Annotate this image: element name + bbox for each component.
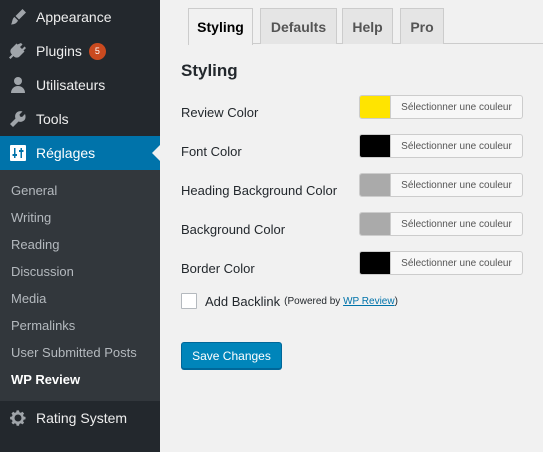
submenu-item-general[interactable]: General: [0, 177, 160, 204]
menu-item-label: Utilisateurs: [36, 77, 106, 93]
menu-item-tools[interactable]: Tools: [0, 102, 160, 136]
user-icon: [0, 75, 36, 95]
submenu-item-discussion[interactable]: Discussion: [0, 258, 160, 285]
menu-item-label: Rating System: [36, 410, 128, 426]
color-swatch: [360, 135, 391, 157]
add-backlink-label: Add Backlink: [205, 293, 281, 309]
menu-item-label: Tools: [36, 111, 69, 127]
update-count-badge: 5: [88, 42, 106, 60]
add-backlink-checkbox[interactable]: [181, 293, 197, 309]
tab-help[interactable]: Help: [342, 8, 393, 44]
submenu-item-writing[interactable]: Writing: [0, 204, 160, 231]
settings-tabs: Styling Defaults Help Pro: [188, 8, 543, 45]
color-swatch: [360, 252, 391, 274]
background-color-label: Background Color: [181, 222, 286, 237]
submenu-item-permalinks[interactable]: Permalinks: [0, 312, 160, 339]
color-swatch: [360, 213, 391, 235]
tab-styling[interactable]: Styling: [188, 8, 253, 45]
color-picker-label: Sélectionner une couleur: [401, 101, 512, 113]
menu-item-appearance[interactable]: Appearance: [0, 0, 160, 34]
background-color-picker[interactable]: Sélectionner une couleur: [359, 212, 523, 236]
tab-defaults[interactable]: Defaults: [260, 8, 337, 44]
menu-item-settings[interactable]: Réglages: [0, 136, 160, 170]
powered-by-text: (Powered by WP Review): [284, 296, 398, 307]
font-color-picker[interactable]: Sélectionner une couleur: [359, 134, 523, 158]
heading-background-color-label: Heading Background Color: [181, 183, 338, 198]
backlink-option: Add Backlink (Powered by WP Review): [181, 293, 398, 309]
border-color-label: Border Color: [181, 261, 255, 276]
powered-by-suffix: ): [394, 295, 398, 307]
tab-pro[interactable]: Pro: [400, 8, 444, 44]
border-color-picker[interactable]: Sélectionner une couleur: [359, 251, 523, 275]
menu-item-rating-system[interactable]: Rating System: [0, 401, 160, 435]
color-picker-label: Sélectionner une couleur: [401, 179, 512, 191]
color-picker-label: Sélectionner une couleur: [401, 218, 512, 230]
menu-item-plugins[interactable]: Plugins 5: [0, 34, 160, 68]
wp-review-link[interactable]: WP Review: [343, 296, 395, 307]
color-picker-label: Sélectionner une couleur: [401, 140, 512, 152]
settings-submenu: General Writing Reading Discussion Media…: [0, 170, 160, 401]
review-color-picker[interactable]: Sélectionner une couleur: [359, 95, 523, 119]
menu-item-users[interactable]: Utilisateurs: [0, 68, 160, 102]
color-picker-label: Sélectionner une couleur: [401, 257, 512, 269]
admin-sidebar: Appearance Plugins 5 Utilisateurs Tools …: [0, 0, 160, 452]
color-swatch: [360, 174, 391, 196]
wrench-icon: [0, 109, 36, 129]
settings-sliders-icon: [0, 143, 36, 163]
review-color-label: Review Color: [181, 105, 259, 120]
menu-item-label: Appearance: [36, 9, 112, 25]
submenu-item-reading[interactable]: Reading: [0, 231, 160, 258]
save-changes-button[interactable]: Save Changes: [181, 342, 282, 369]
font-color-label: Font Color: [181, 144, 242, 159]
menu-item-label: Réglages: [36, 145, 96, 161]
main-content: Styling Defaults Help Pro Styling Review…: [160, 0, 543, 452]
submenu-item-user-submitted-posts[interactable]: User Submitted Posts: [0, 339, 160, 366]
plug-icon: [0, 41, 36, 61]
submenu-item-media[interactable]: Media: [0, 285, 160, 312]
heading-background-color-picker[interactable]: Sélectionner une couleur: [359, 173, 523, 197]
menu-item-label: Plugins: [36, 43, 82, 59]
submenu-item-wp-review[interactable]: WP Review: [0, 366, 160, 393]
section-title: Styling: [181, 61, 238, 80]
paintbrush-icon: [0, 7, 36, 27]
powered-by-prefix: (Powered by: [284, 295, 344, 307]
gear-icon: [0, 408, 36, 428]
color-swatch: [360, 96, 391, 118]
